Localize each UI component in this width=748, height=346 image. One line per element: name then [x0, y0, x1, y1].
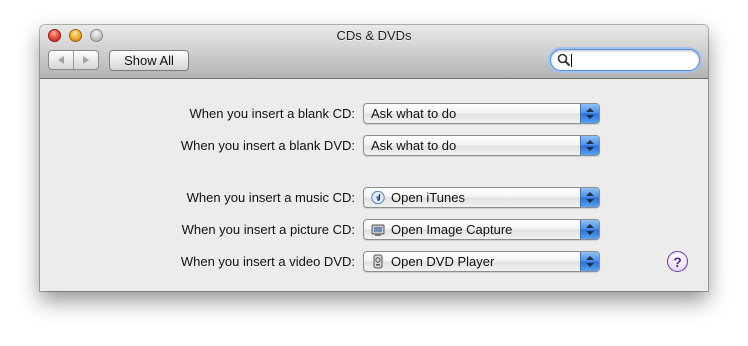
search-field[interactable] — [550, 49, 700, 71]
music-cd-label: When you insert a music CD: — [186, 190, 355, 205]
text-cursor — [571, 54, 572, 67]
image-capture-icon — [371, 224, 385, 236]
pref-row-music-cd: When you insert a music CD: Open iTunes — [40, 187, 708, 208]
pref-row-picture-cd: When you insert a picture CD: Open Image… — [40, 219, 708, 240]
music-cd-value: Open iTunes — [391, 190, 465, 205]
pref-row-blank-dvd: When you insert a blank DVD: Ask what to… — [40, 135, 708, 156]
popup-arrows-icon — [580, 136, 599, 155]
show-all-button[interactable]: Show All — [109, 50, 189, 71]
preferences-window: CDs & DVDs Show All When you insert a bl… — [40, 25, 708, 291]
music-cd-popup[interactable]: Open iTunes — [363, 187, 600, 208]
blank-cd-label: When you insert a blank CD: — [189, 106, 355, 121]
back-forward-control — [48, 50, 99, 70]
blank-cd-value: Ask what to do — [371, 106, 457, 121]
video-dvd-value: Open DVD Player — [391, 254, 495, 269]
forward-button[interactable] — [73, 51, 98, 69]
help-button[interactable]: ? — [667, 251, 688, 272]
popup-arrows-icon — [580, 252, 599, 271]
dvd-player-icon — [373, 254, 383, 269]
video-dvd-popup[interactable]: Open DVD Player — [363, 251, 600, 272]
blank-dvd-popup[interactable]: Ask what to do — [363, 135, 600, 156]
picture-cd-popup[interactable]: Open Image Capture — [363, 219, 600, 240]
picture-cd-value: Open Image Capture — [391, 222, 513, 237]
back-arrow-icon — [58, 56, 64, 64]
window-title: CDs & DVDs — [336, 28, 412, 43]
toolbar: CDs & DVDs Show All — [40, 25, 708, 79]
back-button[interactable] — [49, 51, 73, 69]
pref-row-video-dvd: When you insert a video DVD: Open DVD Pl… — [40, 251, 708, 272]
itunes-icon — [371, 190, 385, 205]
pref-row-blank-cd: When you insert a blank CD: Ask what to … — [40, 103, 708, 124]
popup-arrows-icon — [580, 220, 599, 239]
video-dvd-label: When you insert a video DVD: — [180, 254, 355, 269]
forward-arrow-icon — [83, 56, 89, 64]
popup-arrows-icon — [580, 104, 599, 123]
blank-cd-popup[interactable]: Ask what to do — [363, 103, 600, 124]
popup-arrows-icon — [580, 188, 599, 207]
search-icon — [557, 53, 571, 67]
blank-dvd-value: Ask what to do — [371, 138, 457, 153]
blank-dvd-label: When you insert a blank DVD: — [180, 138, 355, 153]
picture-cd-label: When you insert a picture CD: — [181, 222, 355, 237]
